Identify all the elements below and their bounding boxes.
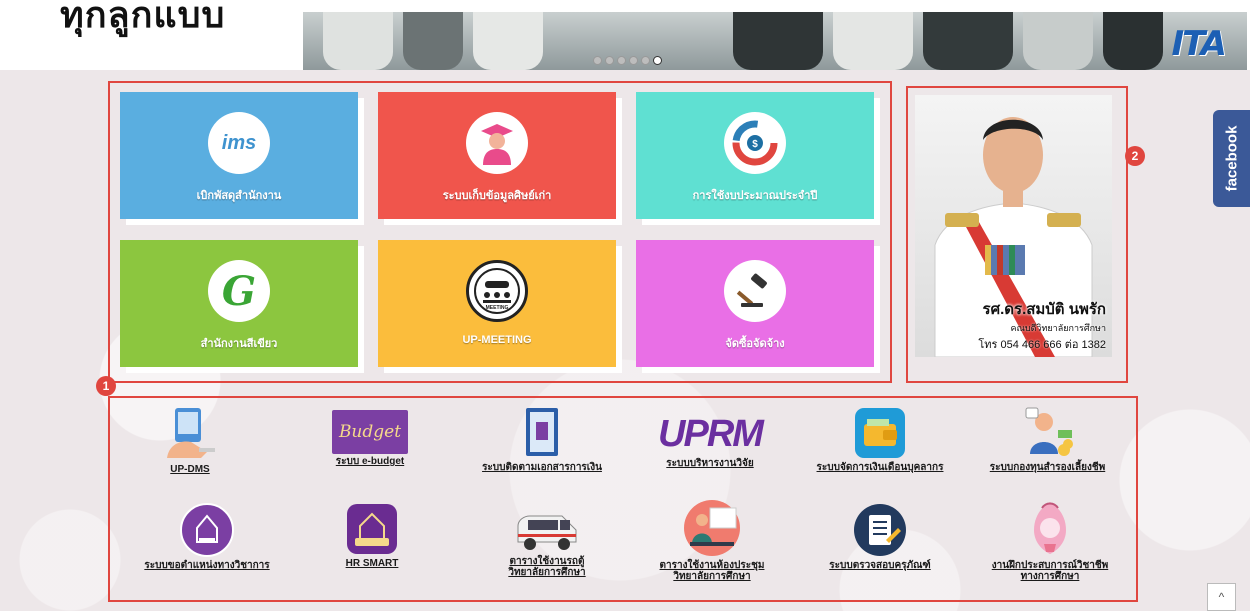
meeting-icon: MEETING [466,260,528,322]
dean-name: รศ.ดร.สมบัติ นพรัก [982,301,1106,318]
internship-icon [1026,498,1074,558]
system-label: ตารางใช้งานห้องประชุม วิทยาลัยการศึกษา [659,560,765,582]
ims-icon-text: ims [221,131,257,154]
e-budget-icon: Budget [332,410,408,454]
system-label: งานฝึกประสบการณ์วิชาชีพ ทางการศึกษา [991,560,1109,582]
facebook-tab[interactable]: facebook [1213,110,1250,207]
meeting-room-icon [682,498,742,558]
system-label: ตารางใช้งานรถตู้ วิทยาลัยการศึกษา [508,556,586,578]
dean-caption: รศ.ดร.สมบัติ นพรัก คณบดีวิทยาลัยการศึกษา… [915,297,1112,353]
system-finance-document-tracking[interactable]: ระบบติดตามเอกสารการเงิน [472,404,612,473]
tile-label: การใช้งบประมาณประจำปี [692,190,818,202]
system-hr-smart[interactable]: HR SMART [332,502,412,569]
facebook-label: facebook [1223,125,1241,192]
system-label: ระบบบริหารงานวิจัย [666,458,754,469]
system-label: ระบบขอตำแหน่งทางวิชาการ [144,560,270,571]
dean-phone: โทร 054 466 666 ต่อ 1382 [978,339,1106,351]
budget-chart-icon: $ [724,112,786,174]
tile-label: สำนักงานสีเขียว [200,338,278,350]
e-budget-icon-text: Budget [338,422,402,442]
system-label: ระบบติดตามเอกสารการเงิน [482,462,602,473]
system-e-budget[interactable]: Budget ระบบ e-budget [325,410,415,467]
system-up-dms[interactable]: UP-DMS [150,404,230,475]
carousel-dot[interactable] [629,56,638,65]
finance-document-icon [520,404,564,460]
tile-alumni-system[interactable]: ระบบเก็บข้อมูลศิษย์เก่า [378,92,616,219]
academic-position-icon [179,502,235,558]
gavel-icon [724,260,786,322]
system-label: HR SMART [345,558,399,569]
wallet-icon [853,406,907,460]
graduate-icon [466,112,528,174]
header: ทุกลูกแบบ ITA [0,0,1250,70]
tile-office-supplies[interactable]: ims เบิกพัสดุสำนักงาน [120,92,358,219]
scroll-to-top-button[interactable]: ^ [1207,583,1236,611]
system-academic-position[interactable]: ระบบขอตำแหน่งทางวิชาการ [132,502,282,571]
ita-logo[interactable]: ITA [1171,24,1227,64]
svg-text:MEETING: MEETING [486,305,509,311]
system-label: ระบบกองทุนสำรองเลี้ยงชีพ [989,462,1106,473]
dean-position: คณบดีวิทยาลัยการศึกษา [1010,323,1106,333]
hero-banner[interactable]: ITA [303,12,1247,70]
green-office-icon: G [208,260,270,322]
tile-procurement[interactable]: จัดซื้อจัดจ้าง [636,240,874,367]
tile-label: เบิกพัสดุสำนักงาน [196,190,282,202]
tile-label: ระบบเก็บข้อมูลศิษย์เก่า [442,190,552,202]
hr-smart-icon [345,502,399,556]
carousel-dot[interactable] [617,56,626,65]
system-provident-fund[interactable]: ระบบกองทุนสำรองเลี้ยงชีพ [975,404,1120,473]
tile-label: จัดซื้อจัดจ้าง [725,338,785,350]
provident-fund-icon [1020,404,1076,460]
tile-annual-budget[interactable]: $ การใช้งบประมาณประจำปี [636,92,874,219]
tile-label: UP-MEETING [462,334,532,346]
system-research-management[interactable]: UPRM ระบบบริหารงานวิจัย [645,412,775,470]
system-asset-inspection[interactable]: ระบบตรวจสอบครุภัณฑ์ [810,502,950,571]
system-meeting-room-schedule[interactable]: ตารางใช้งานห้องประชุม วิทยาลัยการศึกษา [642,498,782,582]
system-label: ระบบ e-budget [335,456,405,467]
service-tiles-panel: ims เบิกพัสดุสำนักงาน ระบบเก็บข้อมูลศิษย… [108,81,892,383]
system-payroll[interactable]: ระบบจัดการเงินเดือนบุคลากร [805,406,955,473]
carousel-dot-active[interactable] [653,56,662,65]
dean-panel: รศ.ดร.สมบัติ นพรัก คณบดีวิทยาลัยการศึกษา… [906,86,1128,383]
dms-icon [161,404,219,462]
section-badge-1: 1 [96,376,116,396]
uprm-icon: UPRM [658,412,764,456]
dean-portrait[interactable]: รศ.ดร.สมบัติ นพรัก คณบดีวิทยาลัยการศึกษา… [915,95,1112,357]
van-icon [514,510,580,554]
carousel-indicators[interactable] [593,56,662,65]
section-badge-2: 2 [1125,146,1145,166]
carousel-dot[interactable] [593,56,602,65]
uprm-icon-text: UPRM [658,412,764,455]
systems-panel: UP-DMS Budget ระบบ e-budget ระบบติดตามเอ… [108,396,1138,602]
system-label: ระบบจัดการเงินเดือนบุคลากร [816,462,944,473]
tile-up-meeting[interactable]: MEETING UP-MEETING [378,240,616,367]
carousel-dot[interactable] [641,56,650,65]
site-title: ทุกลูกแบบ [60,0,226,36]
tile-green-office[interactable]: G สำนักงานสีเขียว [120,240,358,367]
system-label: ระบบตรวจสอบครุภัณฑ์ [829,560,931,571]
system-professional-internship[interactable]: งานฝึกประสบการณ์วิชาชีพ ทางการศึกษา [975,498,1125,582]
system-label: UP-DMS [170,464,210,475]
svg-text:$: $ [752,139,758,150]
carousel-dot[interactable] [605,56,614,65]
green-office-icon-text: G [221,267,257,315]
checklist-icon [852,502,908,558]
system-van-schedule[interactable]: ตารางใช้งานรถตู้ วิทยาลัยการศึกษา [482,510,612,578]
ims-icon: ims [208,112,270,174]
